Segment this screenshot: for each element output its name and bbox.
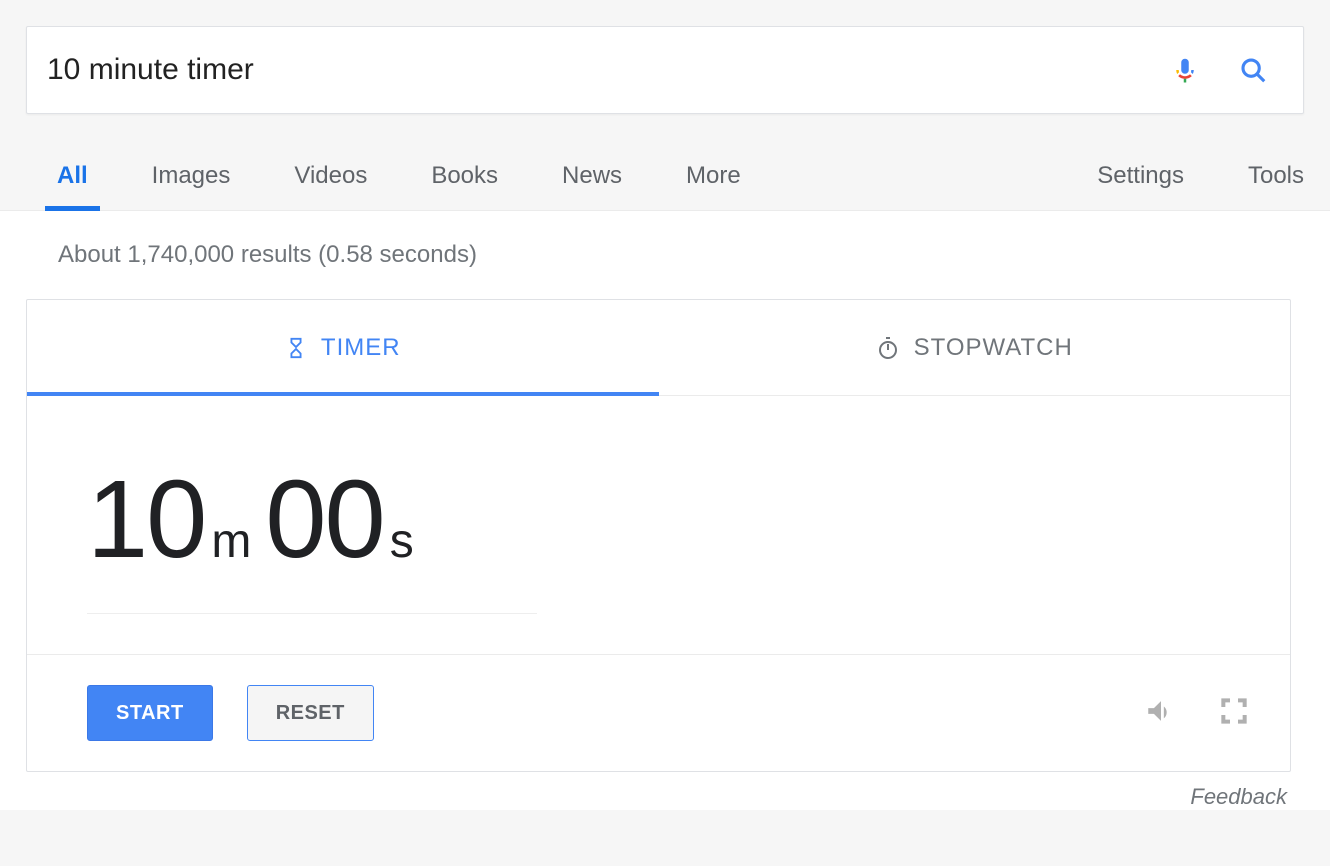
widget-tab-stopwatch-label: STOPWATCH — [914, 334, 1073, 362]
tab-images[interactable]: Images — [152, 162, 231, 210]
timer-display[interactable]: 10 m 00 s — [87, 456, 537, 614]
tab-settings[interactable]: Settings — [1097, 162, 1184, 210]
search-bar — [26, 26, 1304, 114]
widget-tab-timer-label: TIMER — [321, 334, 401, 362]
stopwatch-icon — [876, 336, 900, 360]
tab-videos[interactable]: Videos — [294, 162, 367, 210]
feedback-link[interactable]: Feedback — [26, 772, 1291, 810]
search-input[interactable] — [47, 53, 1137, 87]
tab-books[interactable]: Books — [431, 162, 498, 210]
voice-search-icon[interactable] — [1165, 50, 1205, 90]
tab-tools[interactable]: Tools — [1248, 162, 1304, 210]
hourglass-icon — [285, 337, 307, 359]
search-icon[interactable] — [1233, 50, 1273, 90]
timer-seconds: 00 — [265, 456, 383, 583]
sound-icon[interactable] — [1144, 694, 1178, 733]
tab-all[interactable]: All — [57, 162, 88, 210]
fullscreen-icon[interactable] — [1218, 695, 1250, 732]
search-tabs: All Images Videos Books News More Settin… — [0, 162, 1330, 211]
widget-tab-stopwatch[interactable]: STOPWATCH — [659, 300, 1291, 395]
tab-more[interactable]: More — [686, 162, 741, 210]
result-stats: About 1,740,000 results (0.58 seconds) — [26, 211, 1304, 299]
start-button[interactable]: START — [87, 685, 213, 741]
timer-widget: TIMER STOPWATCH 10 m 00 s START RESET — [26, 299, 1291, 772]
widget-tab-timer[interactable]: TIMER — [27, 300, 659, 395]
timer-minutes: 10 — [87, 456, 205, 583]
timer-min-unit: m — [211, 514, 249, 569]
reset-button[interactable]: RESET — [247, 685, 374, 741]
tab-news[interactable]: News — [562, 162, 622, 210]
timer-sec-unit: s — [390, 514, 412, 569]
